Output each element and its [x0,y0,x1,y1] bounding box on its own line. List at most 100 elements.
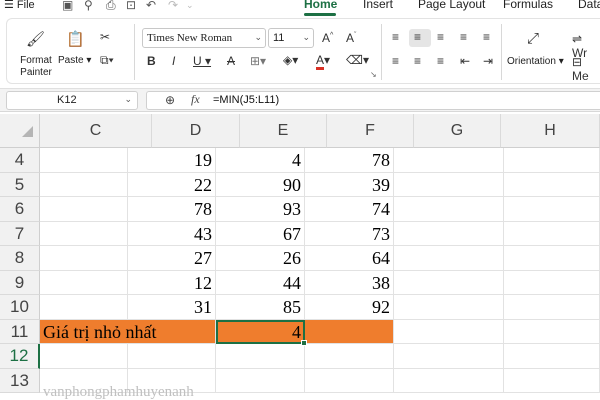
align-bottom-icon[interactable]: ≡ [437,30,444,44]
cell[interactable] [40,344,128,369]
cell[interactable] [504,246,600,271]
tab-home[interactable]: Home [304,0,337,11]
format-icon[interactable]: ⊡ [126,0,136,12]
data-cell[interactable]: 22 [128,172,216,197]
cell[interactable] [40,246,128,271]
save-icon[interactable]: ▣ [62,0,73,12]
cell[interactable] [504,319,600,344]
column-header-h[interactable]: H [501,114,600,148]
summary-value-cell[interactable]: 4 [216,319,305,344]
font-color-icon[interactable]: A▾ [316,53,330,70]
bold-icon[interactable]: B [147,54,156,68]
borders-icon[interactable]: ⊞▾ [250,54,266,68]
copy-icon[interactable]: ⧉▾ [100,53,114,68]
merge-button[interactable]: ⊟ Me [572,55,600,83]
row-header-8[interactable]: 8 [0,246,40,271]
decrease-indent-icon[interactable]: ⇤ [460,54,470,68]
align-center-icon[interactable]: ≡ [414,54,421,68]
data-cell[interactable]: 27 [128,246,216,271]
data-cell[interactable]: 26 [216,246,305,271]
share-icon[interactable]: ⚲ [84,0,93,12]
scissors-icon[interactable]: ✂ [100,30,110,44]
redo-icon[interactable]: ↷ [168,0,178,12]
cell[interactable] [305,344,394,369]
cell[interactable] [305,319,394,344]
name-box[interactable]: K12 ⌄ [6,91,138,110]
tab-insert[interactable]: Insert [363,0,393,11]
cell[interactable] [504,197,600,222]
summary-label[interactable]: Giá trị nhỏ nhất [40,319,216,344]
row-header-5[interactable]: 5 [0,172,40,197]
row-header-7[interactable]: 7 [0,221,40,246]
format-painter-label[interactable]: Format Painter [14,55,58,79]
cell[interactable] [394,295,504,320]
cell[interactable] [504,270,600,295]
data-cell[interactable]: 31 [128,295,216,320]
row-header-4[interactable]: 4 [0,148,40,173]
align-middle-icon[interactable]: ≡ [414,30,421,44]
cell[interactable] [504,295,600,320]
data-cell[interactable]: 78 [305,148,394,173]
data-cell[interactable]: 74 [305,197,394,222]
row-header-11[interactable]: 11 [0,319,40,344]
cell[interactable] [504,344,600,369]
file-menu[interactable]: ☰ File [4,0,35,11]
font-size-dropdown[interactable]: 11 ⌄ [268,28,314,48]
data-cell[interactable]: 19 [128,148,216,173]
fill-color-icon[interactable]: ◈▾ [283,53,298,67]
tab-page-layout[interactable]: Page Layout [418,0,485,11]
cell[interactable] [394,270,504,295]
select-all-corner[interactable] [0,114,40,148]
cell[interactable] [504,368,600,393]
clipboard-icon[interactable]: 📋 [66,30,85,48]
print-icon[interactable]: ⎙ [106,0,116,13]
row-header-10[interactable]: 10 [0,295,40,320]
column-header-f[interactable]: F [327,114,414,148]
clear-icon[interactable]: ⌫▾ [346,53,369,67]
row-header-12[interactable]: 12 [0,344,40,369]
data-cell[interactable]: 92 [305,295,394,320]
formula-text[interactable]: =MIN(J5:L11) [213,94,279,106]
cell[interactable] [394,172,504,197]
column-header-c[interactable]: C [40,114,152,148]
data-cell[interactable]: 38 [305,270,394,295]
data-cell[interactable]: 4 [216,148,305,173]
column-header-g[interactable]: G [414,114,501,148]
align-right-icon[interactable]: ≡ [437,54,444,68]
cell[interactable] [394,221,504,246]
data-cell[interactable]: 64 [305,246,394,271]
fill-handle[interactable] [301,340,307,346]
cell[interactable] [305,368,394,393]
cell[interactable] [40,172,128,197]
row-header-9[interactable]: 9 [0,270,40,295]
row-header-6[interactable]: 6 [0,197,40,222]
cell[interactable] [40,148,128,173]
column-header-e[interactable]: E [240,114,327,148]
strikethrough-icon[interactable]: A [227,54,235,68]
underline-icon[interactable]: U ▾ [193,54,211,68]
cell[interactable] [128,344,216,369]
chevron-down-icon[interactable]: ⌄ [186,0,194,11]
tab-formulas[interactable]: Formulas [503,0,553,11]
orientation-icon[interactable]: ⤢ [527,30,539,47]
data-cell[interactable]: 44 [216,270,305,295]
increase-font-icon[interactable]: A^ [322,31,333,45]
paste-button[interactable]: Paste ▾ [58,55,91,67]
cell[interactable] [40,295,128,320]
increase-indent-icon[interactable]: ⇥ [483,54,493,68]
data-cell[interactable]: 39 [305,172,394,197]
column-header-d[interactable]: D [152,114,240,148]
cell[interactable] [40,221,128,246]
cell[interactable] [216,344,305,369]
align-right-top-icon[interactable]: ≡ [483,30,490,44]
data-cell[interactable]: 93 [216,197,305,222]
data-cell[interactable]: 67 [216,221,305,246]
cell[interactable] [394,148,504,173]
data-cell[interactable]: 12 [128,270,216,295]
data-cell[interactable]: 78 [128,197,216,222]
data-cell[interactable]: 43 [128,221,216,246]
zoom-icon[interactable]: ⊕ [165,93,175,107]
row-header-13[interactable]: 13 [0,368,40,393]
cell[interactable] [394,319,504,344]
fx-icon[interactable]: fx [191,92,200,107]
